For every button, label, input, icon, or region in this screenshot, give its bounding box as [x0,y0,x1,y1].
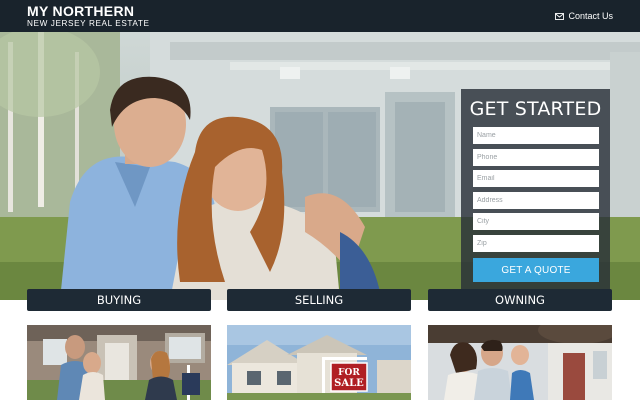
for-sale-sign-bottom: SALE [334,378,364,389]
buying-thumbnail[interactable] [27,325,211,400]
tab-selling[interactable]: SELLING [227,289,411,311]
tab-buying[interactable]: BUYING [27,289,211,311]
owning-thumbnail[interactable] [428,325,612,400]
form-title: GET STARTED [469,98,602,120]
selling-thumbnail[interactable]: FOR SALE [227,325,411,400]
name-field[interactable] [473,127,599,144]
city-field[interactable] [473,213,599,230]
site-logo[interactable]: MY NORTHERN NEW JERSEY REAL ESTATE [27,4,150,28]
phone-field[interactable] [473,149,599,166]
for-sale-sign-top: FOR [338,368,360,378]
logo-subtitle: NEW JERSEY REAL ESTATE [27,18,150,28]
envelope-icon [555,12,565,20]
tab-owning[interactable]: OWNING [428,289,612,311]
site-header: MY NORTHERN NEW JERSEY REAL ESTATE Conta… [0,0,640,32]
buying-photo [27,325,211,400]
zip-field[interactable] [473,235,599,252]
get-a-quote-button[interactable]: GET A QUOTE [473,258,599,282]
owning-photo [428,325,612,400]
contact-us-label: Contact Us [568,11,613,21]
address-field[interactable] [473,192,599,209]
get-started-form: GET STARTED GET A QUOTE [461,89,610,293]
hero-banner: GET STARTED GET A QUOTE [0,32,640,300]
contact-us-link[interactable]: Contact Us [555,11,613,21]
logo-title: MY NORTHERN [27,2,135,19]
email-field[interactable] [473,170,599,187]
selling-photo: FOR SALE [227,325,411,400]
